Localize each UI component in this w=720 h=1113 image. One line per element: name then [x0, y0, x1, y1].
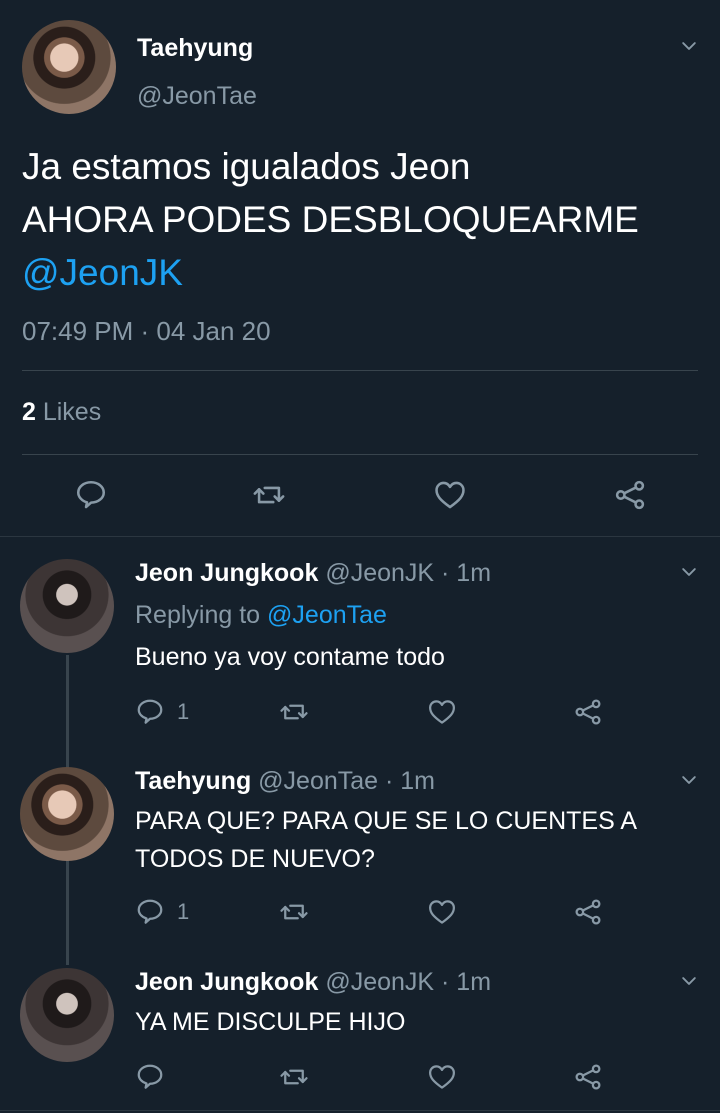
avatar[interactable]	[20, 767, 114, 861]
reply-count: 1	[177, 699, 190, 724]
reply-header: Jeon Jungkook @JeonJK · 1m	[135, 559, 491, 588]
reply-text: Bueno ya voy contame todo	[135, 643, 445, 671]
reply-icon[interactable]	[135, 1062, 165, 1092]
reply-icon[interactable]	[74, 478, 108, 512]
chevron-down-icon[interactable]	[679, 562, 699, 582]
retweet-icon[interactable]	[278, 1062, 310, 1092]
divider	[22, 370, 698, 371]
author-name[interactable]: Taehyung	[135, 767, 251, 795]
reply-text-line: TODOS DE NUEVO?	[135, 845, 375, 873]
tweet-timestamp: 07:49 PM · 04 Jan 20	[22, 316, 271, 346]
author-meta: @JeonTae · 1m	[251, 767, 436, 795]
retweet-icon[interactable]	[278, 697, 310, 727]
author-handle[interactable]: @JeonTae	[137, 82, 257, 111]
likes-label: Likes	[35, 398, 102, 426]
reply-icon[interactable]	[135, 897, 165, 927]
reply-header: Taehyung @JeonTae · 1m	[135, 767, 435, 796]
heart-icon[interactable]	[427, 1062, 457, 1092]
retweet-icon[interactable]	[251, 478, 287, 512]
share-icon[interactable]	[613, 478, 647, 512]
avatar[interactable]	[22, 20, 116, 114]
retweet-icon[interactable]	[278, 897, 310, 927]
tweet-text-line: AHORA PODES DESBLOQUEARME	[22, 199, 639, 240]
likes-count: 2	[22, 398, 36, 426]
section-divider	[0, 536, 720, 537]
chevron-down-icon[interactable]	[679, 971, 699, 991]
share-icon[interactable]	[573, 1062, 603, 1092]
author-name[interactable]: Taehyung	[137, 34, 253, 63]
share-icon[interactable]	[573, 897, 603, 927]
replying-prefix: Replying to	[135, 601, 268, 629]
chevron-down-icon[interactable]	[679, 770, 699, 790]
bottom-divider	[0, 1110, 720, 1111]
author-meta: @JeonJK · 1m	[318, 559, 492, 587]
replying-handle-link[interactable]: @JeonTae	[267, 601, 387, 629]
mention-link[interactable]: @JeonJK	[22, 252, 183, 294]
reply-text: YA ME DISCULPE HIJO	[135, 1008, 406, 1036]
tweet-text-line: Ja estamos igualados Jeon	[22, 146, 471, 187]
divider	[22, 454, 698, 455]
reply-text-line: PARA QUE? PARA QUE SE LO CUENTES A	[135, 807, 638, 835]
author-meta: @JeonJK · 1m	[318, 968, 492, 996]
heart-icon[interactable]	[427, 897, 457, 927]
author-name[interactable]: Jeon Jungkook	[135, 968, 318, 996]
heart-icon[interactable]	[427, 697, 457, 727]
reply-header: Jeon Jungkook @JeonJK · 1m	[135, 968, 491, 997]
chevron-down-icon[interactable]	[679, 36, 699, 56]
heart-icon[interactable]	[432, 478, 468, 512]
reply-icon[interactable]	[135, 697, 165, 727]
reply-count: 1	[177, 899, 190, 924]
share-icon[interactable]	[573, 697, 603, 727]
avatar[interactable]	[20, 559, 114, 653]
avatar[interactable]	[20, 968, 114, 1062]
likes-stat[interactable]: 2 Likes	[22, 398, 101, 427]
author-name[interactable]: Jeon Jungkook	[135, 559, 318, 587]
replying-to: Replying to @JeonTae	[135, 601, 387, 630]
